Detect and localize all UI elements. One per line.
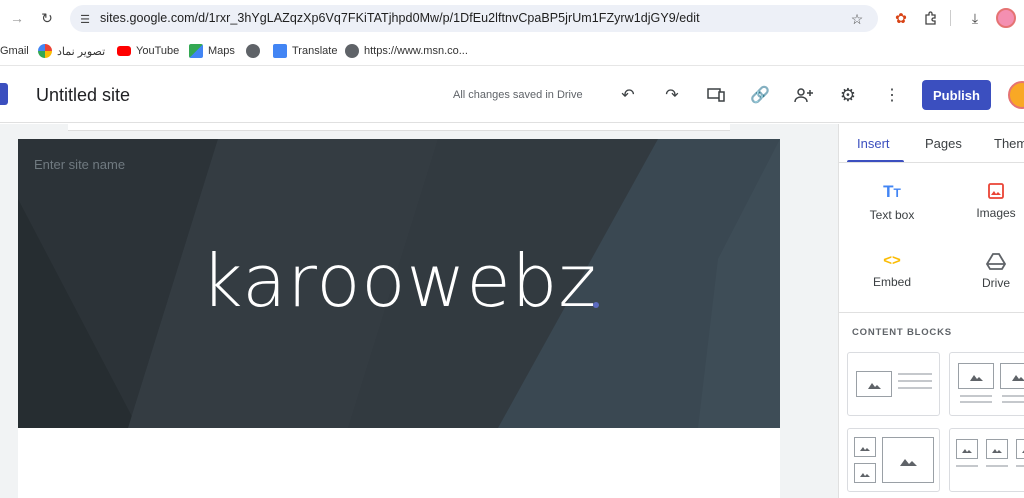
bookmark-translate[interactable]: Translate — [273, 43, 337, 59]
extension-icon[interactable]: ✿ — [892, 9, 910, 27]
bookmark-gmail[interactable]: Gmail — [0, 43, 29, 59]
globe-icon — [246, 44, 260, 58]
toolbar-divider — [950, 10, 951, 26]
image-placeholder-icon — [854, 463, 876, 483]
text-line — [960, 401, 992, 403]
image-placeholder-icon — [1000, 363, 1024, 389]
maps-icon — [189, 44, 203, 58]
image-placeholder-icon — [958, 363, 994, 389]
insert-panel: Insert Pages Them TT Text box Images <> … — [838, 124, 1024, 498]
insert-drive[interactable]: Drive — [951, 252, 1024, 290]
translate-icon — [273, 44, 287, 58]
text-line — [1002, 395, 1024, 397]
hero-accent-dot — [593, 302, 599, 308]
text-line — [898, 387, 932, 389]
text-line — [898, 380, 932, 382]
bookmark-label: Translate — [292, 45, 338, 57]
bookmark-label: Maps — [208, 45, 235, 57]
site-page: Enter site name karoowebz — [18, 139, 780, 498]
bookmark-globe[interactable] — [246, 43, 265, 59]
browser-toolbar: → ↻ ☰ sites.google.com/d/1rxr_3hYgLAZqzX… — [0, 0, 1024, 36]
text-line — [898, 373, 932, 375]
insert-item-label: Images — [976, 206, 1016, 220]
content-block-image-grid[interactable] — [847, 428, 940, 492]
drive-icon — [951, 252, 1024, 270]
image-placeholder-icon — [856, 371, 892, 397]
tab-pages[interactable]: Pages — [925, 136, 962, 151]
sites-header: Untitled site All changes saved in Drive… — [0, 67, 1024, 123]
insert-images[interactable]: Images — [951, 182, 1024, 220]
image-placeholder-icon — [986, 439, 1008, 459]
text-line — [1016, 465, 1024, 467]
text-line — [960, 395, 992, 397]
embed-icon: <> — [883, 252, 901, 269]
hero-title[interactable]: karoowebz — [18, 239, 780, 323]
text-line — [956, 465, 978, 467]
bookmark-label: YouTube — [136, 45, 180, 57]
address-bar[interactable]: ☰ sites.google.com/d/1rxr_3hYgLAZqzXp6Vq… — [70, 5, 878, 32]
redo-icon[interactable]: ↷ — [662, 85, 682, 105]
insert-embed[interactable]: <> Embed — [847, 252, 937, 289]
download-icon[interactable]: ⤓ — [966, 9, 984, 27]
divider — [839, 312, 1024, 313]
settings-gear-icon[interactable]: ⚙ — [838, 85, 858, 105]
bookmark-label: تصویر نماد — [57, 45, 106, 58]
bookmark-star-icon[interactable]: ☆ — [848, 10, 866, 28]
image-placeholder-icon — [1016, 439, 1024, 459]
text-line — [986, 465, 1008, 467]
image-placeholder-icon — [854, 437, 876, 457]
bookmark-youtube[interactable]: YouTube — [117, 43, 179, 59]
site-info-icon[interactable]: ☰ — [76, 10, 94, 28]
tab-themes[interactable]: Them — [994, 136, 1024, 151]
reload-icon[interactable]: ↻ — [38, 9, 56, 27]
preview-devices-icon[interactable] — [706, 85, 726, 105]
share-add-person-icon[interactable] — [794, 85, 814, 105]
image-placeholder-icon — [882, 437, 934, 483]
photos-icon — [38, 44, 52, 58]
content-block-three-images[interactable] — [949, 428, 1024, 492]
site-title[interactable]: Untitled site — [36, 85, 130, 106]
image-icon — [951, 182, 1024, 200]
ruler — [68, 124, 730, 131]
youtube-icon — [117, 46, 131, 56]
image-placeholder-icon — [956, 439, 978, 459]
tab-insert[interactable]: Insert — [857, 136, 890, 151]
save-status: All changes saved in Drive — [453, 89, 583, 101]
bookmark-photos[interactable]: تصویر نماد — [38, 43, 105, 59]
editor-canvas: Enter site name karoowebz — [0, 124, 838, 498]
header-banner[interactable]: Enter site name karoowebz — [18, 139, 780, 428]
content-block-image-text[interactable] — [847, 352, 940, 416]
sites-logo-icon[interactable] — [0, 83, 8, 105]
site-name-placeholder[interactable]: Enter site name — [34, 157, 125, 172]
insert-item-label: Embed — [872, 275, 912, 289]
link-icon[interactable]: 🔗 — [750, 85, 770, 105]
puzzle-icon[interactable] — [922, 9, 940, 27]
insert-text-box[interactable]: TT Text box — [847, 182, 937, 222]
publish-button[interactable]: Publish — [922, 80, 991, 110]
divider — [839, 162, 1024, 163]
url-text[interactable]: sites.google.com/d/1rxr_3hYgLAZqzXp6Vq7F… — [100, 11, 700, 25]
undo-icon[interactable]: ↶ — [618, 85, 638, 105]
content-blocks-heading: CONTENT BLOCKS — [852, 327, 952, 338]
bookmark-label: https://www.msn.co... — [364, 45, 468, 57]
content-block-two-images[interactable] — [949, 352, 1024, 416]
bookmark-msn[interactable]: https://www.msn.co... — [345, 43, 468, 59]
insert-item-label: Drive — [981, 276, 1010, 290]
text-box-icon: TT — [883, 182, 901, 201]
profile-avatar[interactable] — [996, 8, 1016, 28]
more-vert-icon[interactable]: ⋮ — [882, 85, 902, 105]
globe-icon — [345, 44, 359, 58]
bookmark-maps[interactable]: Maps — [189, 43, 235, 59]
bookmark-label: Gmail — [0, 45, 29, 57]
bookmarks-bar: Gmail تصویر نماد YouTube Maps Translate … — [0, 36, 1024, 66]
insert-item-label: Text box — [869, 208, 915, 222]
forward-icon[interactable]: → — [8, 9, 26, 27]
account-avatar[interactable] — [1008, 81, 1024, 109]
text-line — [1002, 401, 1024, 403]
